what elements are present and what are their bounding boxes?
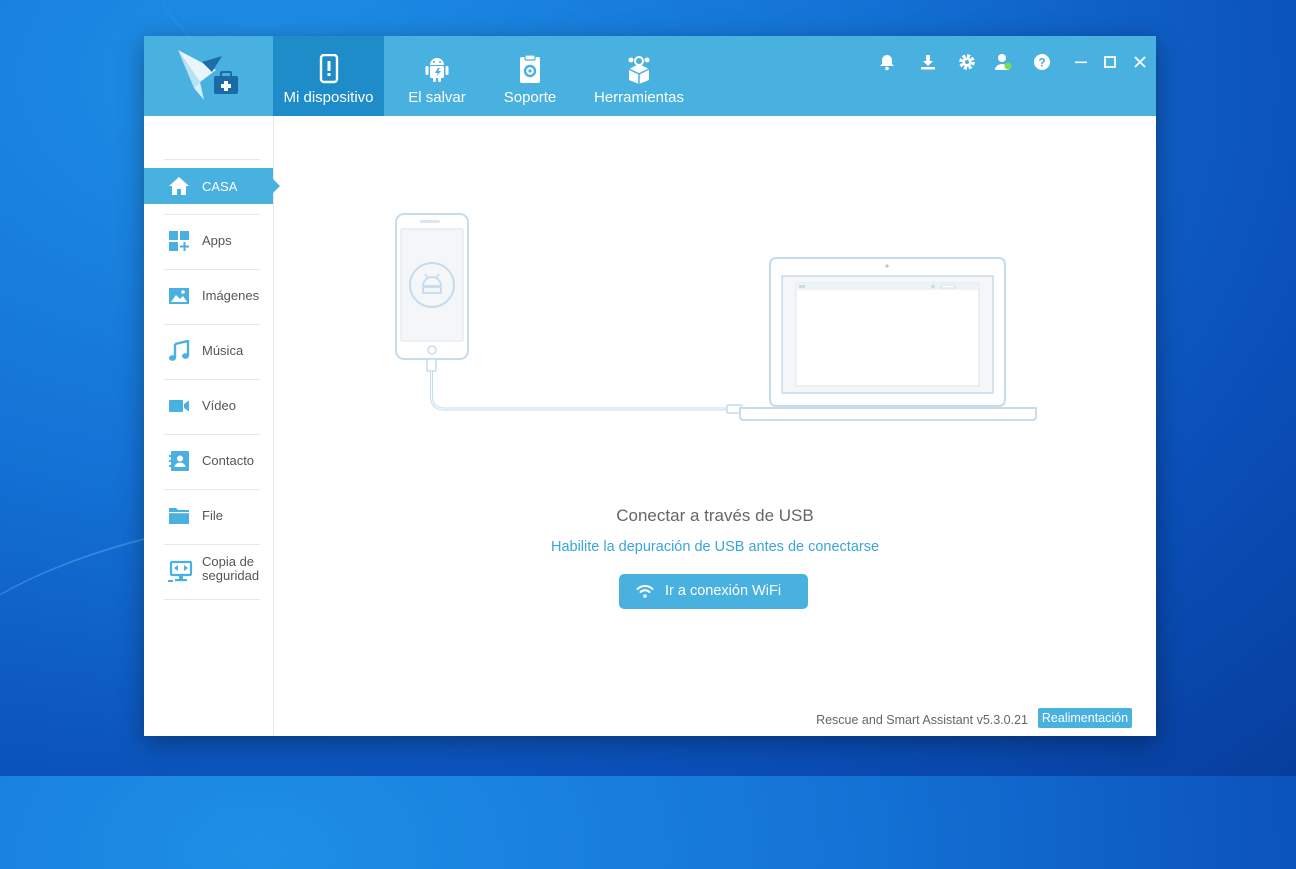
- sidebar-divider: [164, 379, 260, 380]
- maximize-icon[interactable]: [1100, 52, 1120, 72]
- home-icon: [169, 177, 189, 195]
- sidebar-item-label: Apps: [202, 233, 232, 248]
- wifi-button-label: Ir a conexión WiFi: [665, 583, 782, 599]
- folder-icon: [169, 508, 189, 524]
- sidebar-divider: [164, 599, 260, 600]
- top-bar: Mi dispositivo El salvar Soporte Herrami…: [144, 36, 1156, 116]
- sidebar-item-label: Vídeo: [202, 398, 236, 413]
- sidebar-item-label: CASA: [202, 179, 238, 194]
- sidebar-item-label: Música: [202, 343, 244, 358]
- sidebar-divider: [164, 544, 260, 545]
- sidebar-item-contacto[interactable]: Contacto: [144, 443, 273, 479]
- apps-grid-icon: [169, 231, 189, 251]
- sidebar-item-label: Imágenes: [202, 288, 260, 303]
- tab-mi-dispositivo[interactable]: Mi dispositivo: [273, 36, 384, 116]
- contact-book-icon: [169, 451, 189, 471]
- feedback-button[interactable]: Realimentación: [1038, 708, 1132, 728]
- tab-el-salvar[interactable]: El salvar: [395, 36, 479, 116]
- sidebar-item-apps[interactable]: Apps: [144, 223, 273, 259]
- tab-label: Soporte: [503, 89, 557, 106]
- wifi-icon: [636, 585, 654, 598]
- backup-monitor-icon: [168, 560, 193, 582]
- sidebar-item-label: Copia de seguridad: [202, 554, 260, 583]
- wifi-connection-button[interactable]: Ir a conexión WiFi: [619, 574, 808, 609]
- video-camera-icon: [169, 400, 189, 412]
- main-panel: Conectar a través de USB Habilite la dep…: [274, 116, 1156, 736]
- sidebar-item-label: Contacto: [202, 453, 255, 468]
- image-icon: [169, 288, 189, 304]
- sidebar-divider: [164, 324, 260, 325]
- version-text: Rescue and Smart Assistant v5.3.0.21: [816, 713, 1028, 727]
- connect-usb-title: Conectar a través de USB: [616, 506, 814, 525]
- sidebar-item-video[interactable]: Vídeo: [144, 388, 273, 424]
- svg-text:?: ?: [1038, 56, 1045, 70]
- usb-debug-link[interactable]: Habilite la depuración de USB antes de c…: [274, 539, 1156, 555]
- help-icon[interactable]: ?: [1032, 52, 1052, 72]
- sidebar-divider: [164, 159, 260, 160]
- sidebar-item-file[interactable]: File: [144, 498, 273, 534]
- android-icon: [425, 58, 449, 82]
- sidebar-item-label: File: [202, 508, 223, 523]
- toolbox-icon: [628, 56, 650, 84]
- support-clipboard-icon: [520, 54, 540, 83]
- close-icon[interactable]: [1130, 52, 1150, 72]
- user-icon[interactable]: [993, 52, 1013, 72]
- minimize-icon[interactable]: [1071, 52, 1091, 72]
- sidebar-item-imagenes[interactable]: Imágenes: [144, 278, 273, 314]
- sidebar: CASA Apps Imágenes Música Vídeo Contacto…: [144, 116, 280, 736]
- download-icon[interactable]: [918, 52, 938, 72]
- bell-icon[interactable]: [877, 52, 897, 72]
- phone-alert-icon: [319, 54, 338, 84]
- tab-label: Mi dispositivo: [283, 89, 374, 106]
- sidebar-divider: [164, 269, 260, 270]
- app-logo: [178, 50, 238, 100]
- sidebar-item-copia-de-seguridad[interactable]: Copia de seguridad: [144, 553, 273, 589]
- sidebar-divider: [164, 489, 260, 490]
- music-note-icon: [169, 340, 190, 361]
- tab-soporte[interactable]: Soporte: [490, 36, 570, 116]
- tab-label: El salvar: [408, 89, 466, 106]
- sidebar-divider: [164, 434, 260, 435]
- sidebar-item-musica[interactable]: Música: [144, 333, 273, 369]
- sidebar-item-casa[interactable]: CASA: [144, 168, 280, 204]
- app-window: Mi dispositivo El salvar Soporte Herrami…: [144, 36, 1156, 736]
- tab-label: Herramientas: [593, 89, 685, 106]
- gear-icon[interactable]: [957, 52, 977, 72]
- sidebar-divider: [164, 214, 260, 215]
- usb-connection-illustration: [395, 213, 1037, 421]
- tab-herramientas[interactable]: Herramientas: [584, 36, 694, 116]
